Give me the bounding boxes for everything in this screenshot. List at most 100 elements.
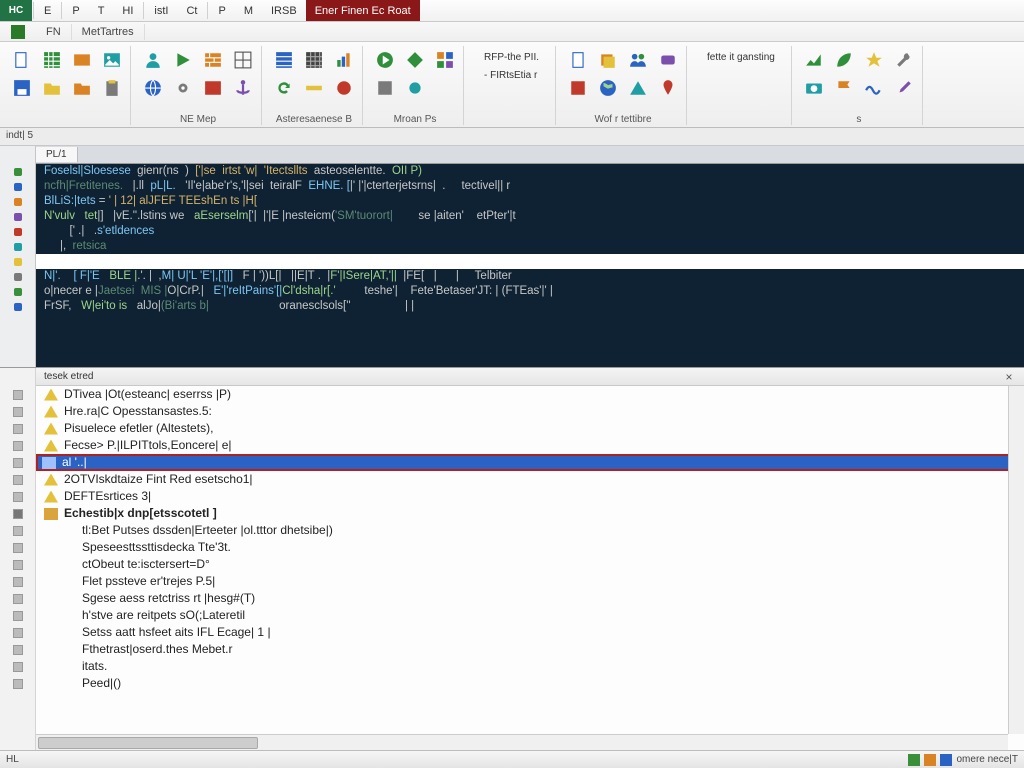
error-row[interactable]: h'stve are reitpets sO(;Lateretil [36, 607, 1024, 624]
error-row[interactable]: ctObeut te:isctersert=D° [36, 556, 1024, 573]
code-line[interactable]: ncfh|Fretitenes. |.ll pL|L. 'Il'e|abe'r'… [36, 179, 1024, 194]
menu-item-7[interactable]: M [235, 0, 262, 21]
code-line[interactable] [36, 254, 1024, 269]
error-row[interactable]: tl:Bet Putses dssden|Erteeter |ol.tttor … [36, 522, 1024, 539]
stop-icon[interactable] [332, 76, 356, 100]
gutter-marker[interactable] [0, 239, 35, 254]
grid3-icon[interactable] [302, 48, 326, 72]
vertical-scrollbar[interactable] [1008, 386, 1024, 734]
gutter-marker[interactable] [0, 254, 35, 269]
menu-item-5[interactable]: Ct [177, 0, 206, 21]
error-row[interactable]: itats. [36, 658, 1024, 675]
brush-icon[interactable] [892, 76, 916, 100]
error-row[interactable]: DTivea |Ot(esteanc| eserrss |P) [36, 386, 1024, 403]
chart2-icon[interactable] [802, 48, 826, 72]
paste-icon[interactable] [100, 76, 124, 100]
globe-icon[interactable] [141, 76, 165, 100]
code-line[interactable]: N'vulv tet|] |vE.''.lstins we aEserselm[… [36, 209, 1024, 224]
wave-icon[interactable] [862, 76, 886, 100]
leaf-icon[interactable] [832, 48, 856, 72]
menu-item-active[interactable]: Ener Finen Ec Roat [306, 0, 420, 21]
gutter-marker[interactable] [0, 179, 35, 194]
error-row[interactable]: Speseesttssttisdecka Tte'3t. [36, 539, 1024, 556]
star-icon[interactable] [862, 48, 886, 72]
file-tab-1[interactable]: MetTartres [72, 24, 145, 40]
menu-item-1[interactable]: P [63, 0, 88, 21]
code-line[interactable]: o|necer e |Jaetsei MIS |O|CrP.| E'|'reIt… [36, 284, 1024, 299]
pin-icon[interactable] [656, 76, 680, 100]
wall-icon[interactable] [201, 48, 225, 72]
code-line[interactable]: FrSF, W|ei'to is alJo|(Bi'arts b| oranes… [36, 299, 1024, 314]
gear-icon[interactable] [171, 76, 195, 100]
error-row[interactable]: Peed|() [36, 675, 1024, 692]
tent-icon[interactable] [626, 76, 650, 100]
error-row[interactable]: 2OTVIskdtaize Fint Red esetscho1| [36, 471, 1024, 488]
badge-icon[interactable] [656, 48, 680, 72]
gutter-marker[interactable] [0, 224, 35, 239]
blank-icon[interactable] [433, 76, 457, 100]
ribbon-text-4-1[interactable]: - FIRtsEtia r [480, 68, 543, 83]
error-row[interactable]: Sgese aess retctriss rt |hesg#(T) [36, 590, 1024, 607]
wall3-icon[interactable] [373, 76, 397, 100]
error-row[interactable]: Fecse> P.|ILPITtols,Eoncere| e| [36, 437, 1024, 454]
folder-icon[interactable] [70, 76, 94, 100]
error-row[interactable]: Echestib|x dnp[etsscotetl ] [36, 505, 1024, 522]
code-line[interactable]: |, retsica [36, 239, 1024, 254]
code-line[interactable]: Foselsl|Sloesese gienr(ns ) ['|se irtst … [36, 164, 1024, 179]
code-editor[interactable]: PL/1 Foselsl|Sloesese gienr(ns ) ['|se i… [36, 146, 1024, 367]
menu-item-4[interactable]: istI [145, 0, 177, 21]
ribbon-text-4-0[interactable]: RFP-the PII. [480, 50, 543, 65]
error-row[interactable]: Pisuelece efetler (Altestets), [36, 420, 1024, 437]
users-icon[interactable] [626, 48, 650, 72]
gutter-marker[interactable] [0, 209, 35, 224]
menu-item-8[interactable]: IRSB [262, 0, 306, 21]
refresh-icon[interactable] [272, 76, 296, 100]
gutter-marker[interactable] [0, 269, 35, 284]
scrollbar-thumb[interactable] [38, 737, 258, 749]
error-row[interactable]: DEFTEsrtices 3| [36, 488, 1024, 505]
file-tab-0[interactable]: FN [36, 24, 72, 40]
run-icon[interactable] [171, 48, 195, 72]
play-icon[interactable] [373, 48, 397, 72]
code-line[interactable]: [' .| .s'etldences [36, 224, 1024, 239]
page-icon[interactable] [566, 48, 590, 72]
wall2-icon[interactable] [201, 76, 225, 100]
close-icon[interactable]: × [1002, 370, 1016, 384]
gutter-marker[interactable] [0, 299, 35, 314]
horizontal-scrollbar[interactable] [36, 734, 1008, 750]
editor-tab[interactable]: PL/1 [36, 147, 78, 162]
gear2-icon[interactable] [403, 76, 427, 100]
earth-icon[interactable] [596, 76, 620, 100]
code-line[interactable]: BlLiS:|tets = ' | 12| alJFEF TEEshEn ts … [36, 194, 1024, 209]
menu-item-2[interactable]: T [89, 0, 114, 21]
doc-icon[interactable] [10, 48, 34, 72]
ruler-icon[interactable] [302, 76, 326, 100]
cam-icon[interactable] [802, 76, 826, 100]
image-icon[interactable] [100, 48, 124, 72]
sheet-icon[interactable] [40, 48, 64, 72]
chart-icon[interactable] [332, 48, 356, 72]
error-row-selected[interactable]: al '..| [36, 454, 1024, 471]
diamond-icon[interactable] [403, 48, 427, 72]
flag-icon[interactable] [832, 76, 856, 100]
user-icon[interactable] [141, 48, 165, 72]
error-row[interactable]: Fthetrast|oserd.thes Mebet.r [36, 641, 1024, 658]
save-icon[interactable] [10, 76, 34, 100]
tool-icon[interactable] [892, 48, 916, 72]
square-icon[interactable] [566, 76, 590, 100]
gutter-marker[interactable] [0, 194, 35, 209]
menu-item-3[interactable]: HI [113, 0, 142, 21]
error-row[interactable]: Hre.ra|C Opesstansastes.5: [36, 403, 1024, 420]
menu-item-6[interactable]: P [209, 0, 234, 21]
ribbon-text-6-0[interactable]: fette it gansting [703, 50, 779, 65]
slide-icon[interactable] [70, 48, 94, 72]
stack-icon[interactable] [596, 48, 620, 72]
menu-item-0[interactable]: E [35, 0, 60, 21]
code-line[interactable]: N|'. [ F|'E BLE |.'. | ,M| U|'L 'E'|,['[… [36, 269, 1024, 284]
anchor-icon[interactable] [231, 76, 255, 100]
gutter-marker[interactable] [0, 164, 35, 179]
grid-icon[interactable] [231, 48, 255, 72]
open-icon[interactable] [40, 76, 64, 100]
error-row[interactable]: Setss aatt hsfeet aits IFL Ecage| 1 | [36, 624, 1024, 641]
tiles-icon[interactable] [433, 48, 457, 72]
